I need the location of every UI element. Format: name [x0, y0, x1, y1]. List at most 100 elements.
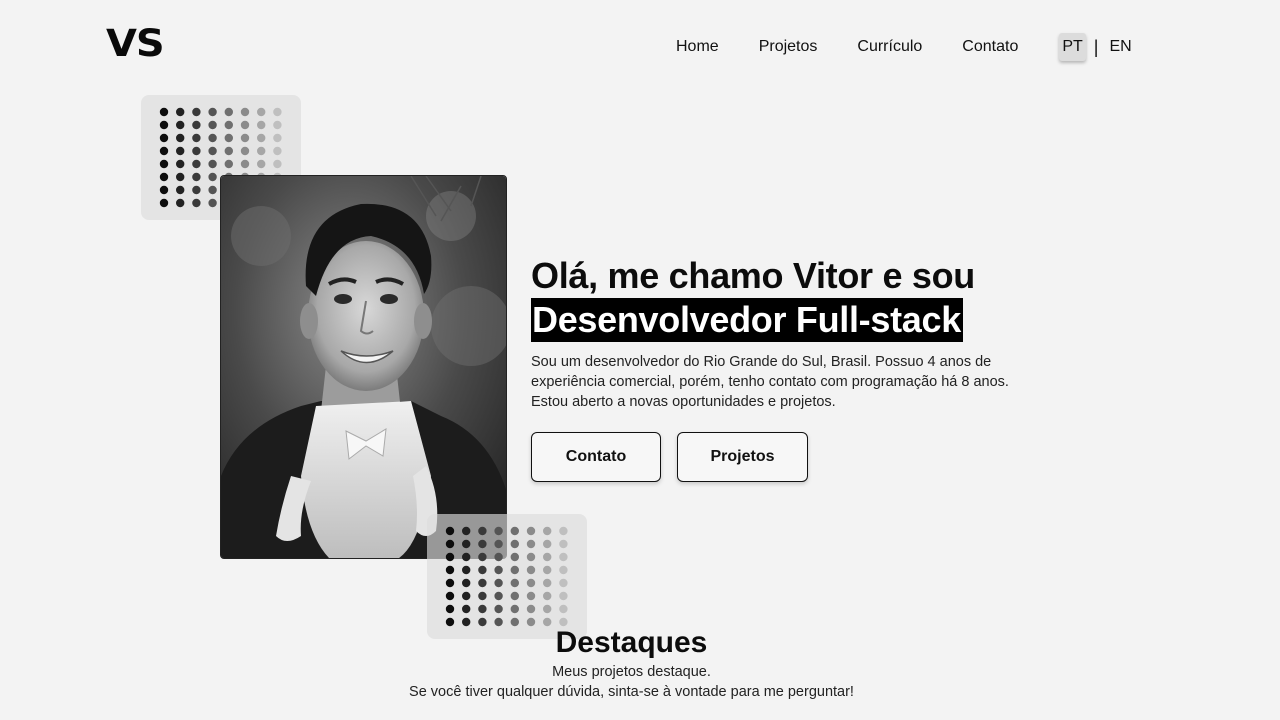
dot — [159, 185, 169, 195]
dot — [224, 120, 233, 130]
dot — [159, 133, 169, 143]
dot — [510, 591, 519, 601]
dot — [273, 120, 282, 130]
dot — [208, 120, 217, 130]
dot — [559, 565, 568, 575]
dot — [445, 539, 455, 549]
dot — [240, 159, 250, 169]
dot — [510, 578, 519, 588]
dot — [208, 172, 217, 182]
dot — [526, 578, 536, 588]
dot — [462, 526, 471, 536]
dot — [543, 578, 552, 588]
dot — [462, 591, 471, 601]
dot — [543, 604, 552, 614]
dot — [159, 172, 169, 182]
dot — [559, 578, 568, 588]
dot — [273, 107, 282, 117]
lang-separator: | — [1093, 36, 1099, 57]
highlights-section: Destaques Meus projetos destaque. Se voc… — [0, 624, 1263, 702]
dot — [159, 146, 169, 156]
hero-description-line: Sou um desenvolvedor do Rio Grande do Su… — [531, 354, 992, 370]
dot — [192, 198, 201, 208]
projects-button[interactable]: Projetos — [677, 432, 808, 482]
lang-pt-button[interactable]: PT — [1059, 33, 1086, 61]
dot — [478, 604, 487, 614]
dot — [224, 107, 233, 117]
dot — [462, 539, 471, 549]
dot — [494, 552, 503, 562]
dot — [478, 526, 487, 536]
dot — [559, 604, 568, 614]
dot — [257, 107, 266, 117]
dot — [445, 552, 455, 562]
highlights-subtitle-line: Se você tiver qualquer dúvida, sinta-se … — [409, 684, 854, 700]
profile-photo — [220, 175, 507, 559]
dot — [176, 133, 185, 143]
dot — [159, 107, 169, 117]
dot — [478, 552, 487, 562]
dot — [526, 552, 536, 562]
dot — [510, 552, 519, 562]
dot — [559, 552, 568, 562]
dot — [208, 133, 217, 143]
dot — [192, 185, 201, 195]
dot-grid-bottom-svg — [445, 526, 568, 627]
dot — [257, 120, 266, 130]
hero-section: Olá, me chamo Vitor e sou Desenvolvedor … — [531, 254, 1051, 482]
highlights-title: Destaques — [555, 626, 708, 659]
dot — [510, 565, 519, 575]
logo[interactable]: VS — [106, 22, 165, 65]
nav-contact[interactable]: Contato — [962, 37, 1018, 57]
dot — [510, 604, 519, 614]
dot — [543, 526, 552, 536]
dot — [445, 591, 455, 601]
dot — [478, 565, 487, 575]
dot — [494, 604, 503, 614]
dot — [240, 133, 250, 143]
dot — [273, 146, 282, 156]
language-switcher: PT | EN — [1059, 33, 1134, 61]
dot — [159, 120, 169, 130]
dot — [462, 565, 471, 575]
contact-button[interactable]: Contato — [531, 432, 661, 482]
dot — [159, 198, 169, 208]
dot — [224, 146, 233, 156]
hero-description: Sou um desenvolvedor do Rio Grande do Su… — [531, 352, 1031, 412]
dot — [526, 565, 536, 575]
dot — [478, 591, 487, 601]
dot — [543, 552, 552, 562]
dot — [526, 539, 536, 549]
nav-resume[interactable]: Currículo — [857, 37, 922, 57]
dot — [494, 526, 503, 536]
dot — [208, 159, 217, 169]
dot — [224, 159, 233, 169]
dot — [445, 526, 455, 536]
dot — [543, 539, 552, 549]
dot — [559, 591, 568, 601]
dot — [192, 146, 201, 156]
dot — [159, 159, 169, 169]
dot — [176, 172, 185, 182]
nav-home[interactable]: Home — [676, 37, 719, 57]
dot — [543, 565, 552, 575]
dot — [176, 185, 185, 195]
dot — [192, 133, 201, 143]
dot — [526, 526, 536, 536]
nav-projects[interactable]: Projetos — [759, 37, 818, 57]
dot — [273, 133, 282, 143]
dot — [192, 172, 201, 182]
dot — [510, 539, 519, 549]
dot — [176, 198, 185, 208]
dot — [192, 107, 201, 117]
dot — [494, 539, 503, 549]
dot — [257, 146, 266, 156]
dot — [478, 539, 487, 549]
page: VS Home Projetos Currículo Contato PT | … — [0, 0, 1280, 720]
lang-en-button[interactable]: EN — [1106, 33, 1134, 61]
dot — [240, 120, 250, 130]
main-nav: Home Projetos Currículo Contato PT | EN — [676, 33, 1135, 61]
dot — [176, 159, 185, 169]
dot — [273, 159, 282, 169]
dot — [559, 526, 568, 536]
